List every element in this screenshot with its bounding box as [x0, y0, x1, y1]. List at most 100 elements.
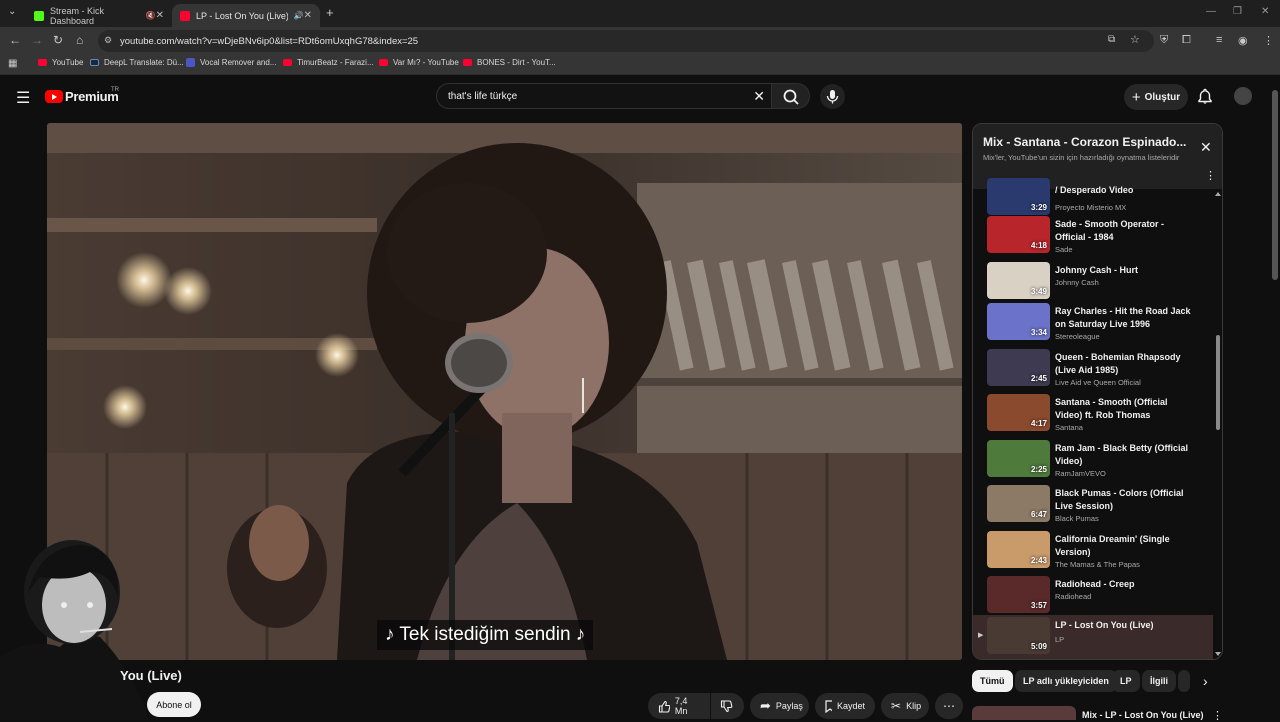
- next-mix-title[interactable]: Mix - LP - Lost On You (Live): [1082, 710, 1204, 720]
- forward-icon[interactable]: →: [31, 33, 43, 47]
- hamburger-menu-icon[interactable]: ☰: [16, 88, 30, 108]
- site-info-icon[interactable]: ⚙: [104, 35, 112, 46]
- playlist-scrollbar[interactable]: [1215, 190, 1221, 660]
- account-avatar[interactable]: [1234, 87, 1252, 105]
- tab-youtube-video[interactable]: LP - Lost On You (Live) - Yo 🔊 ✕: [172, 4, 320, 27]
- youtube-favicon-icon: [38, 59, 47, 66]
- bookmark-label: DeepL Translate: Dü...: [104, 58, 184, 67]
- bookmark-bones-dirt[interactable]: BONES - Dirt - YouT...: [463, 58, 556, 67]
- video-thumbnail: 3:57: [987, 576, 1050, 613]
- minimize-icon[interactable]: —: [1206, 6, 1216, 17]
- cast-icon[interactable]: ⧉: [1108, 34, 1115, 45]
- save-button[interactable]: Kaydet: [815, 693, 875, 719]
- chip-related[interactable]: İlgili: [1142, 670, 1176, 692]
- close-playlist-icon[interactable]: ✕: [1200, 139, 1212, 156]
- playlist-item[interactable]: 4:18 Sade - Smooth Operator - Official -…: [973, 214, 1213, 260]
- bookmark-vocal-remover[interactable]: Vocal Remover and...: [186, 58, 276, 67]
- bookmark-timurbeatz[interactable]: TimurBeatz - Farazi...: [283, 58, 374, 67]
- bookmark-youtube[interactable]: YouTube: [38, 58, 83, 67]
- playlist-item[interactable]: 2:25 Ram Jam - Black Betty (Official Vid…: [973, 438, 1213, 484]
- chip-lp[interactable]: LP: [1112, 670, 1140, 692]
- bookmark-var-mi[interactable]: Var Mı? - YouTube: [379, 58, 459, 67]
- save-label: Kaydet: [836, 701, 865, 711]
- chevron-right-icon[interactable]: ›: [1203, 673, 1208, 689]
- profile-icon[interactable]: ◉: [1238, 34, 1248, 47]
- video-thumbnail: 3:29: [987, 178, 1050, 215]
- chip-from-uploader[interactable]: LP adlı yükleyiciden: [1015, 670, 1117, 692]
- create-label: Oluştur: [1144, 91, 1181, 103]
- playlist-title[interactable]: Mix - Santana - Corazon Espinado...: [983, 135, 1188, 149]
- new-tab-icon[interactable]: +: [326, 5, 334, 20]
- clip-button[interactable]: ✂ Klip: [881, 693, 929, 719]
- bookmark-label: YouTube: [52, 58, 84, 67]
- youtube-favicon-icon: [283, 59, 292, 66]
- create-button[interactable]: + Oluştur: [1124, 84, 1188, 110]
- close-tab-icon[interactable]: ✕: [156, 10, 164, 21]
- extensions-puzzle-icon[interactable]: ⧠: [1182, 34, 1191, 47]
- video-frame-image: [47, 123, 962, 660]
- tab-search-icon[interactable]: ⌄: [8, 6, 16, 17]
- search-input[interactable]: that's life türkçe ✕: [436, 83, 772, 109]
- close-tab-icon[interactable]: ✕: [304, 10, 312, 21]
- home-icon[interactable]: ⌂: [76, 33, 83, 47]
- youtube-favicon-icon: [180, 10, 190, 21]
- youtube-premium-logo[interactable]: Premium TR: [45, 87, 119, 104]
- next-mix-menu-icon[interactable]: ⋮: [1212, 709, 1223, 722]
- more-actions-button[interactable]: ⋯: [935, 693, 963, 719]
- item-channel: Santana: [1055, 423, 1083, 432]
- bookmark-deepl[interactable]: DeepL Translate: Dü...: [90, 58, 184, 67]
- page-scrollbar[interactable]: [1272, 90, 1278, 280]
- microphone-icon: [826, 90, 839, 104]
- search-button[interactable]: [772, 83, 810, 109]
- notifications-bell-icon[interactable]: [1197, 88, 1213, 105]
- media-control-icon[interactable]: ≡: [1216, 34, 1222, 46]
- playlist-item[interactable]: 4:17 Santana - Smooth (Official Video) f…: [973, 392, 1213, 438]
- browser-tab-strip: ⌄ Stream - Kick Dashboard 🔇 ✕ LP - Lost …: [0, 0, 1280, 27]
- video-thumbnail: 3:49: [987, 262, 1050, 299]
- tab-kick-dashboard[interactable]: Stream - Kick Dashboard 🔇 ✕: [26, 4, 172, 27]
- maximize-icon[interactable]: ❐: [1233, 6, 1242, 17]
- clear-search-icon[interactable]: ✕: [753, 88, 765, 105]
- item-title: Ram Jam - Black Betty (Official Video): [1055, 443, 1189, 466]
- plus-icon: +: [1131, 88, 1141, 106]
- share-button[interactable]: ➦ Paylaş: [750, 693, 809, 719]
- playlist-item[interactable]: 2:45 Queen - Bohemian Rhapsody (Live Aid…: [973, 347, 1213, 393]
- playlist-item[interactable]: 3:57 Radiohead - Creep Radiohead: [973, 574, 1213, 620]
- address-bar[interactable]: ⚙ youtube.com/watch?v=wDjeBNv6ip0&list=R…: [98, 30, 1154, 52]
- playlist-item[interactable]: 6:47 Black Pumas - Colors (Official Live…: [973, 483, 1213, 529]
- duration-badge: 2:43: [1030, 556, 1047, 565]
- playlist-item[interactable]: 3:34 Ray Charles - Hit the Road Jack on …: [973, 301, 1213, 347]
- item-channel: RamJamVEVO: [1055, 469, 1106, 478]
- apps-grid-icon[interactable]: ▦: [8, 58, 17, 69]
- thumbs-down-icon: [720, 699, 733, 712]
- next-mix-thumbnail[interactable]: [972, 706, 1076, 720]
- duration-badge: 3:49: [1030, 287, 1047, 296]
- bookmark-label: Vocal Remover and...: [200, 58, 277, 67]
- chip-all[interactable]: Tümü: [972, 670, 1013, 692]
- playlist-item-current[interactable]: ▶ 5:09 LP - Lost On You (Live) LP: [973, 615, 1213, 659]
- playlist-item[interactable]: 3:49 Johnny Cash - Hurt Johnny Cash: [973, 260, 1213, 306]
- back-icon[interactable]: ←: [9, 33, 21, 47]
- bookmarks-bar: ▦ YouTube DeepL Translate: Dü... Vocal R…: [0, 55, 1280, 75]
- video-thumbnail: 2:25: [987, 440, 1050, 477]
- bookmark-star-icon[interactable]: ☆: [1130, 33, 1140, 46]
- window-close-icon[interactable]: ✕: [1261, 6, 1269, 17]
- video-player[interactable]: [47, 123, 962, 660]
- shield-extension-icon[interactable]: ⛨: [1160, 34, 1168, 47]
- browser-menu-icon[interactable]: ⋮: [1263, 34, 1274, 47]
- playlist-subtitle: Mix'ler, YouTube'un sizin için hazırladı…: [983, 153, 1180, 162]
- like-button[interactable]: 7,4 Mn: [648, 693, 710, 719]
- voice-search-button[interactable]: [820, 84, 845, 109]
- muted-speaker-icon[interactable]: 🔇: [146, 11, 156, 20]
- playlist-item[interactable]: 2:43 California Dreamin' (Single Version…: [973, 529, 1213, 575]
- subscribe-button[interactable]: Abone ol: [147, 692, 201, 717]
- dislike-button[interactable]: [711, 693, 744, 719]
- subtitle-caption: ♪ Tek istediğim sendin ♪: [377, 620, 594, 650]
- reload-icon[interactable]: ↻: [53, 33, 63, 47]
- video-thumbnail: 5:09: [987, 617, 1050, 654]
- duration-badge: 5:09: [1030, 642, 1047, 651]
- item-channel: Live Aid ve Queen Official: [1055, 378, 1141, 387]
- item-title: LP - Lost On You (Live): [1055, 620, 1154, 630]
- speaker-icon[interactable]: 🔊: [294, 11, 304, 20]
- tab-title: LP - Lost On You (Live) - Yo: [196, 10, 288, 21]
